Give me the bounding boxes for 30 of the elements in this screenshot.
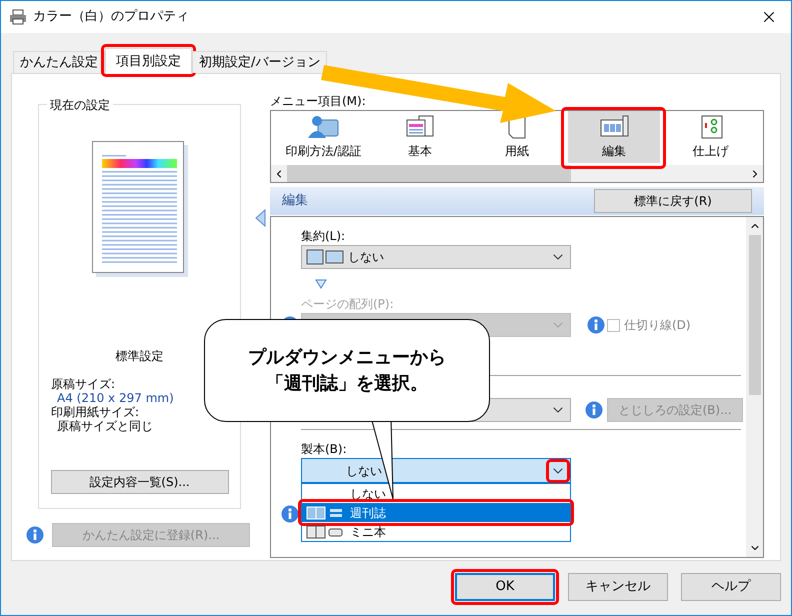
- preset-name: 標準設定: [116, 348, 164, 365]
- dropdown-option[interactable]: 週刊誌: [302, 503, 570, 522]
- field-label: 製本(B):: [301, 441, 348, 458]
- tab[interactable]: 初期設定/バージョン: [192, 51, 328, 73]
- menu-item[interactable]: 基本: [374, 111, 466, 163]
- callout-text: プルダウンメニューから 「週刊誌」を選択。: [248, 346, 446, 396]
- tab[interactable]: かんたん設定: [13, 51, 105, 73]
- setting-detail: A4 (210 x 297 mm): [56, 391, 174, 405]
- settings-list-button[interactable]: 設定内容一覧(S)...: [50, 470, 228, 494]
- dialog-button[interactable]: キャンセル: [568, 573, 668, 601]
- n-up-dropdown[interactable]: しない: [301, 245, 571, 269]
- group-title: 現在の設定: [47, 96, 113, 114]
- menu-item[interactable]: 編集: [568, 111, 660, 163]
- dialog-button[interactable]: ヘルプ: [681, 573, 781, 601]
- tab[interactable]: 項目別設定: [105, 48, 192, 74]
- menu-label: メニュー項目(M):: [270, 94, 367, 109]
- booklet-dropdown[interactable]: しない: [301, 458, 571, 483]
- reset-button[interactable]: 標準に戻す(R): [594, 189, 752, 213]
- menu-item[interactable]: 仕上げ: [664, 111, 757, 163]
- setting-detail: 原稿サイズと同じ: [56, 419, 154, 433]
- window-title: カラー（白）のプロパティ: [33, 8, 190, 26]
- section-title: 編集: [282, 192, 308, 210]
- setting-detail: 印刷用紙サイズ:: [51, 405, 140, 419]
- checkbox-label: 仕切り線(D): [624, 317, 691, 334]
- menu-item[interactable]: 印刷方法/認証: [277, 111, 370, 163]
- dropdown-option[interactable]: ミニ本: [302, 522, 570, 541]
- setting-detail: 原稿サイズ:: [51, 377, 116, 391]
- field-label: ページの配列(P):: [301, 296, 395, 313]
- dialog-button[interactable]: OK: [455, 573, 555, 601]
- field-label: 集約(L):: [301, 228, 346, 245]
